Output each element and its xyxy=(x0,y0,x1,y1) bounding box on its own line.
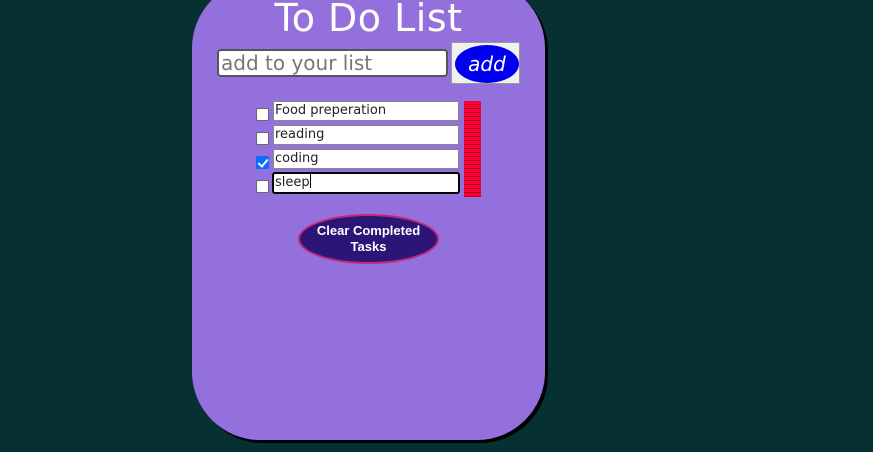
todo-text: sleep xyxy=(275,175,310,190)
todo-checkbox-checked[interactable] xyxy=(256,156,269,169)
todo-text-field[interactable]: coding xyxy=(273,149,459,169)
clear-completed-button[interactable]: Clear Completed Tasks xyxy=(298,214,439,264)
todo-text-field-focused[interactable]: sleep xyxy=(272,172,460,194)
add-button[interactable]: add xyxy=(455,45,519,83)
clear-completed-label: Clear Completed Tasks xyxy=(316,223,421,254)
todo-text-field[interactable]: reading xyxy=(273,125,459,145)
todo-checkbox[interactable] xyxy=(256,132,269,145)
add-todo-input[interactable] xyxy=(217,49,448,77)
todo-text-field[interactable]: Food preperation xyxy=(273,101,459,121)
add-button-frame[interactable]: add xyxy=(451,42,520,84)
text-caret xyxy=(309,174,311,188)
page-title: To Do List xyxy=(274,0,463,40)
todo-checkbox[interactable] xyxy=(256,180,269,193)
delete-bar-icon[interactable] xyxy=(464,101,481,197)
todo-checkbox[interactable] xyxy=(256,108,269,121)
